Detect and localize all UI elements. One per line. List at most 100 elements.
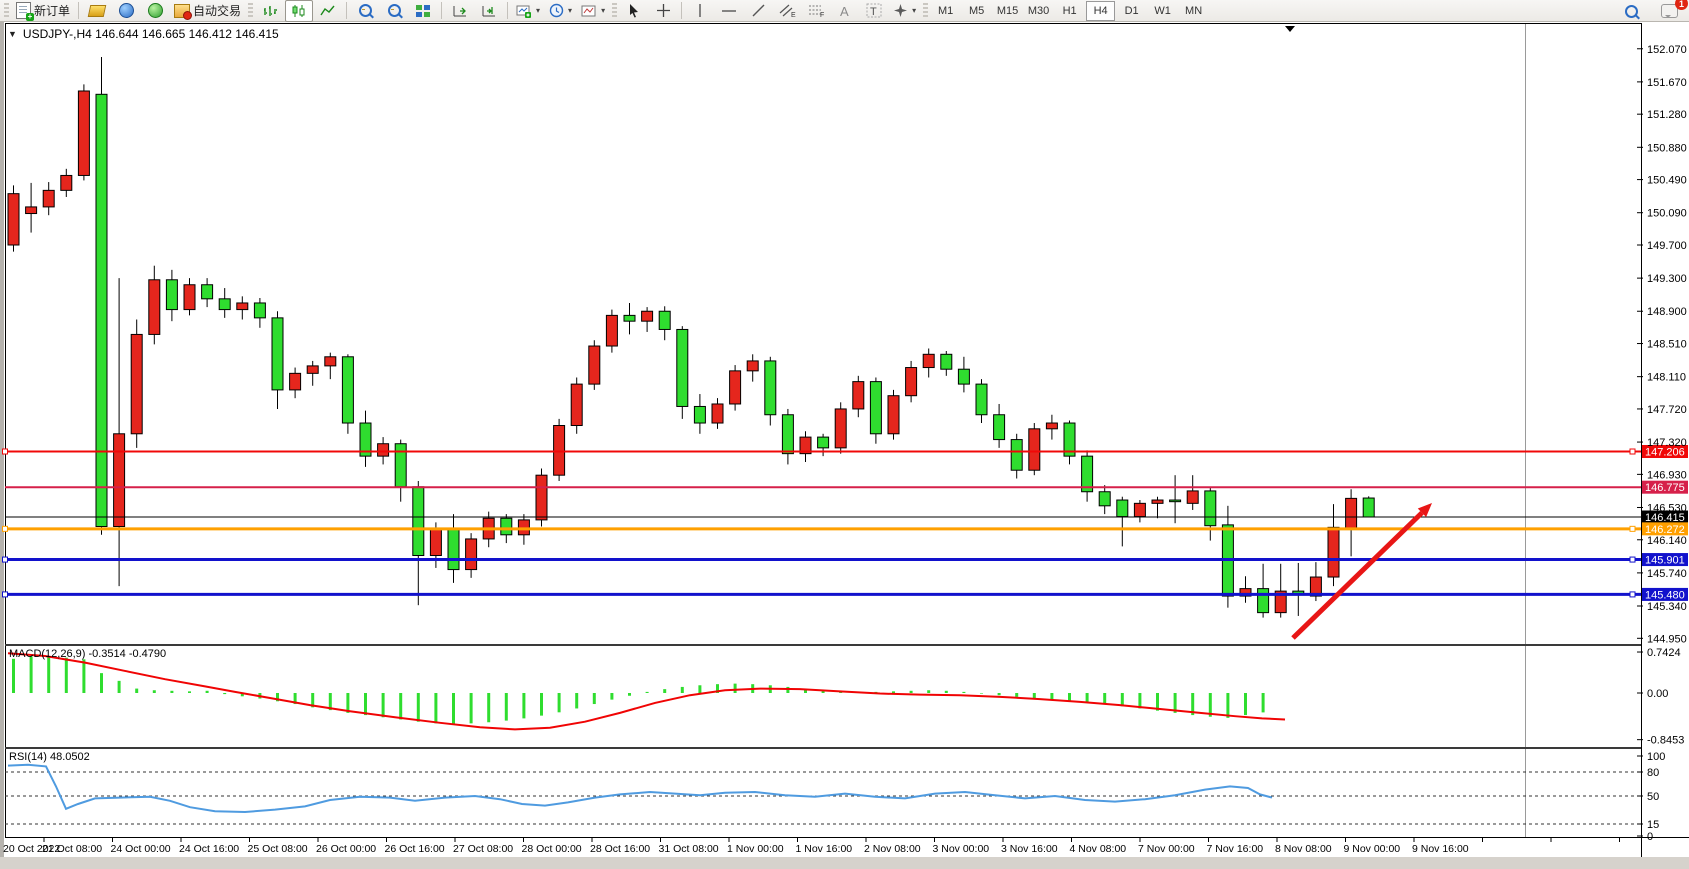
svg-text:24 Oct 16:00: 24 Oct 16:00: [179, 843, 239, 855]
timeframe-H1[interactable]: H1: [1055, 1, 1084, 21]
zoom-out-icon: [388, 4, 401, 17]
svg-text:24 Oct 00:00: 24 Oct 00:00: [111, 843, 171, 855]
market-icon: [88, 5, 107, 17]
timeframe-MN[interactable]: MN: [1179, 1, 1208, 21]
svg-text:7 Nov 00:00: 7 Nov 00:00: [1138, 843, 1195, 855]
market-button[interactable]: [83, 0, 111, 22]
zoom-out-button[interactable]: [380, 0, 408, 22]
chart-shift-icon: [481, 4, 497, 18]
autotrading-label: 自动交易: [193, 2, 241, 19]
svg-text:150.090: 150.090: [1647, 208, 1687, 220]
svg-text:26 Oct 16:00: 26 Oct 16:00: [385, 843, 445, 855]
signals-button[interactable]: [141, 0, 169, 22]
line-chart-button[interactable]: [314, 0, 342, 22]
community-button[interactable]: [112, 0, 140, 22]
timeframe-W1[interactable]: W1: [1148, 1, 1177, 21]
chevron-down-icon: ▾: [601, 6, 605, 15]
svg-text:0: 0: [1647, 831, 1653, 843]
tile-windows-button[interactable]: [409, 0, 437, 22]
svg-text:151.280: 151.280: [1647, 109, 1687, 121]
fibonacci-button[interactable]: F: [802, 0, 830, 22]
timeframe-D1[interactable]: D1: [1117, 1, 1146, 21]
svg-text:149.300: 149.300: [1647, 273, 1687, 285]
svg-text:146.930: 146.930: [1647, 469, 1687, 481]
svg-text:28 Oct 16:00: 28 Oct 16:00: [590, 843, 650, 855]
chart-title: USDJPY-,H4 146.644 146.665 146.412 146.4…: [23, 27, 279, 41]
svg-text:80: 80: [1647, 767, 1659, 779]
new-chart-button[interactable]: ▾: [512, 0, 544, 22]
line-chart-icon: [320, 4, 336, 18]
new-order-button[interactable]: + 新订单: [12, 0, 74, 22]
svg-text:21 Oct 08:00: 21 Oct 08:00: [42, 843, 102, 855]
svg-text:148.510: 148.510: [1647, 339, 1687, 351]
svg-text:147.720: 147.720: [1647, 404, 1687, 416]
text-button[interactable]: A: [831, 0, 859, 22]
chart-shift-button[interactable]: [475, 0, 503, 22]
svg-text:145.480: 145.480: [1645, 589, 1685, 601]
timeframe-M15[interactable]: M15: [993, 1, 1022, 21]
vertical-line-button[interactable]: [686, 0, 714, 22]
equidistant-channel-button[interactable]: E: [773, 0, 801, 22]
crosshair-button[interactable]: [649, 0, 677, 22]
chart-canvas[interactable]: 147.206146.775146.415146.272145.901145.4…: [0, 22, 1689, 864]
svg-text:0.00: 0.00: [1647, 688, 1668, 700]
templates-button[interactable]: ▾: [577, 0, 609, 22]
candlestick-chart-icon: [291, 4, 307, 18]
crosshair-icon: [656, 3, 671, 18]
svg-text:146.775: 146.775: [1645, 482, 1685, 494]
svg-text:-0.8453: -0.8453: [1647, 735, 1684, 747]
text-label-icon: T: [866, 3, 882, 18]
horizontal-line-button[interactable]: [715, 0, 743, 22]
svg-text:28 Oct 00:00: 28 Oct 00:00: [522, 843, 582, 855]
svg-text:148.110: 148.110: [1647, 372, 1686, 384]
svg-text:150.880: 150.880: [1647, 142, 1687, 154]
svg-text:25 Oct 08:00: 25 Oct 08:00: [248, 843, 308, 855]
svg-text:144.950: 144.950: [1647, 633, 1687, 645]
timeframe-M30[interactable]: M30: [1024, 1, 1053, 21]
chevron-down-icon: ▾: [912, 6, 916, 15]
timeframe-H4[interactable]: H4: [1086, 1, 1115, 21]
text-label-button[interactable]: T: [860, 0, 888, 22]
chat-button[interactable]: 1: [1655, 0, 1683, 22]
timeframe-M5[interactable]: M5: [962, 1, 991, 21]
notification-badge: 1: [1675, 0, 1688, 10]
svg-text:147.320: 147.320: [1647, 437, 1687, 449]
signals-icon: [148, 3, 163, 18]
community-icon: [119, 3, 134, 18]
svg-text:15: 15: [1647, 819, 1659, 831]
fibonacci-icon: F: [808, 3, 825, 18]
timeframe-M1[interactable]: M1: [931, 1, 960, 21]
timeframe-group: M1M5M15M30H1H4D1W1MN: [931, 1, 1208, 21]
svg-text:A: A: [840, 4, 849, 18]
zoom-in-button[interactable]: [351, 0, 379, 22]
equidistant-channel-icon: E: [779, 3, 796, 18]
cursor-button[interactable]: [620, 0, 648, 22]
bar-chart-button[interactable]: [256, 0, 284, 22]
clock-icon: [549, 3, 564, 18]
svg-text:7 Nov 16:00: 7 Nov 16:00: [1207, 843, 1264, 855]
profiles-button[interactable]: ▾: [545, 0, 576, 22]
bar-chart-icon: [262, 4, 278, 18]
candlestick-chart-button[interactable]: [285, 0, 313, 22]
new-order-label: 新订单: [34, 2, 70, 19]
svg-text:150.490: 150.490: [1647, 175, 1687, 187]
svg-text:149.700: 149.700: [1647, 240, 1687, 252]
search-button[interactable]: [1617, 0, 1645, 22]
toolbar: + 新订单 自动交易 ▾ ▾ ▾: [0, 0, 1689, 22]
text-icon: A: [838, 4, 852, 18]
svg-text:T: T: [870, 6, 877, 18]
autotrading-button[interactable]: 自动交易: [170, 0, 245, 22]
arrows-icon: [893, 3, 908, 18]
svg-text:26 Oct 00:00: 26 Oct 00:00: [316, 843, 376, 855]
svg-text:146.140: 146.140: [1647, 535, 1687, 547]
svg-text:151.670: 151.670: [1647, 77, 1687, 89]
svg-text:31 Oct 08:00: 31 Oct 08:00: [659, 843, 719, 855]
new-chart-icon: [516, 4, 532, 18]
svg-text:0.7424: 0.7424: [1647, 647, 1681, 659]
collapse-toggle-icon[interactable]: ▼: [8, 29, 17, 39]
autotrading-icon: [174, 4, 190, 18]
svg-text:3 Nov 00:00: 3 Nov 00:00: [933, 843, 990, 855]
arrows-button[interactable]: ▾: [889, 0, 920, 22]
trendline-button[interactable]: [744, 0, 772, 22]
autoscroll-button[interactable]: [446, 0, 474, 22]
